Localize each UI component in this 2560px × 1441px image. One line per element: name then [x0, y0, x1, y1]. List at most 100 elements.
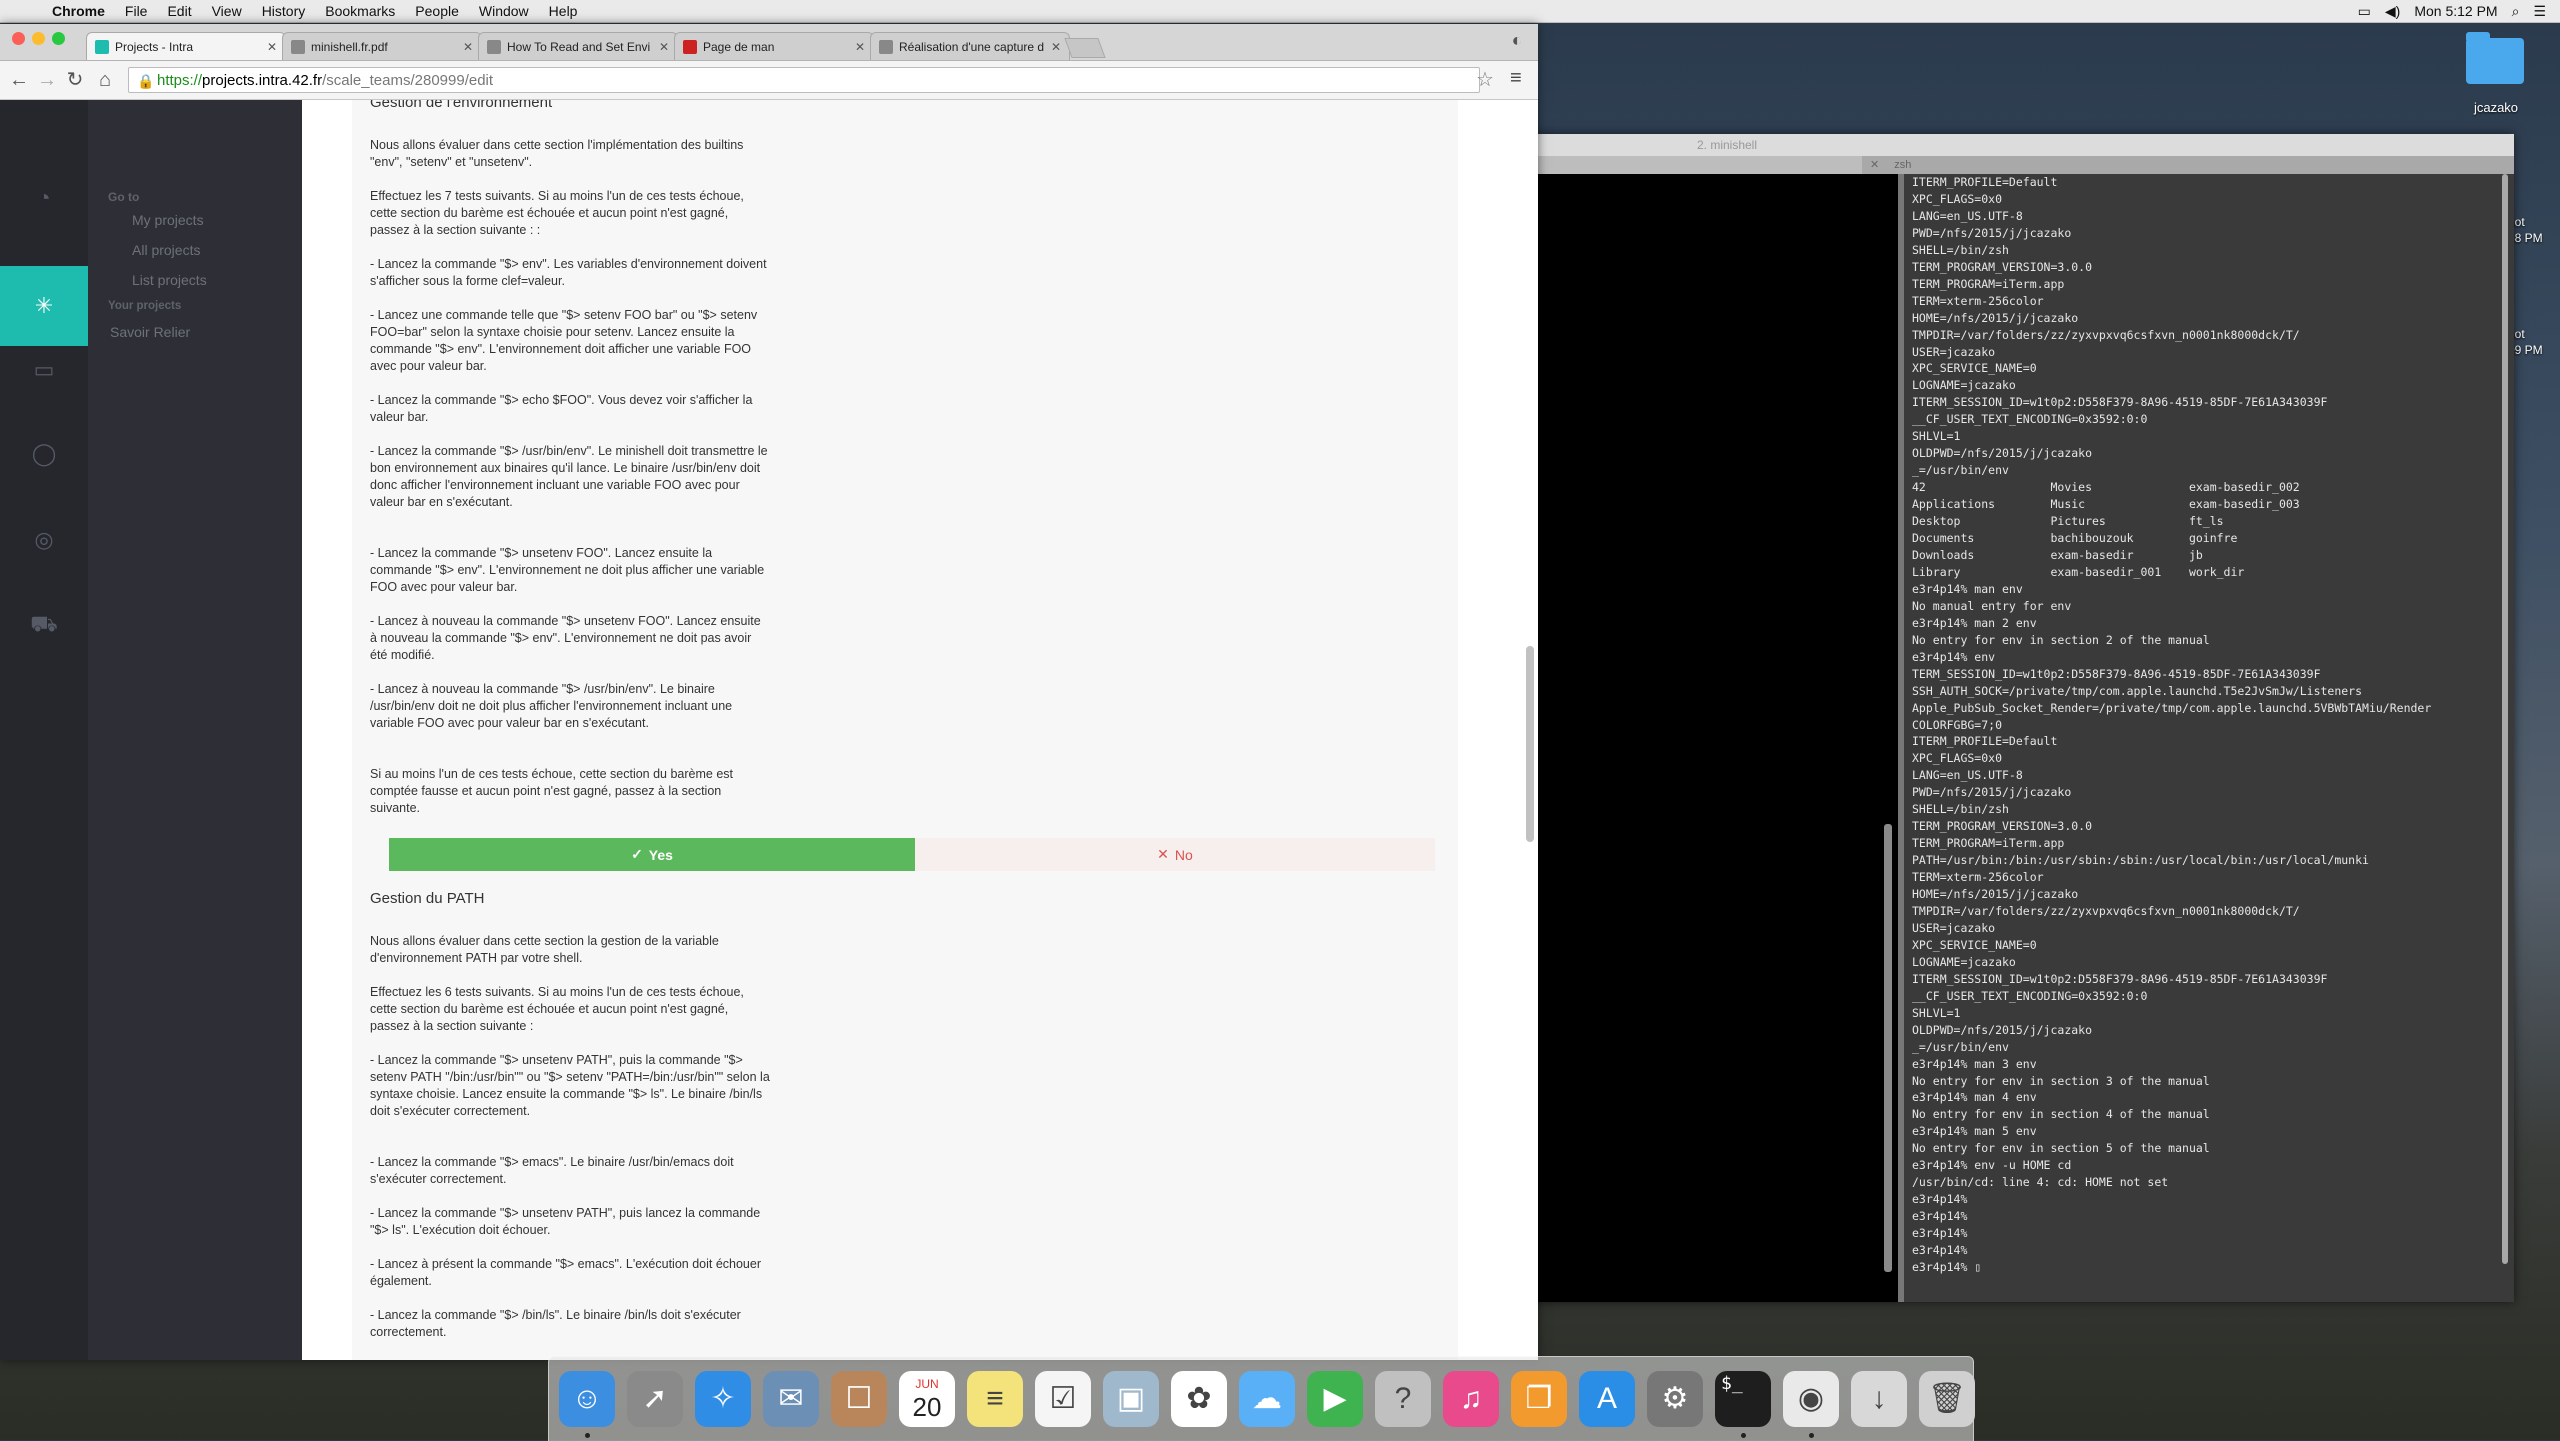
icon-rail: ◔ ✳ ▭ ◯ ◎ ⛟: [0, 100, 88, 1360]
calendar-dock-icon[interactable]: JUN 20: [899, 1371, 955, 1427]
minimize-window-button[interactable]: [32, 32, 45, 45]
app-store-dock-icon[interactable]: A: [1579, 1371, 1635, 1427]
menu-bookmarks[interactable]: Bookmarks: [315, 0, 405, 22]
close-icon[interactable]: ✕: [1870, 159, 1879, 171]
page-scrollbar[interactable]: [1524, 100, 1534, 1360]
browser-tab[interactable]: How To Read and Set Envi ✕: [478, 32, 678, 60]
browser-window: Projects - Intra ✕ minishell.fr.pdf ✕ Ho…: [0, 24, 1538, 1360]
back-icon[interactable]: ←: [6, 67, 32, 93]
launchpad-dock-icon[interactable]: ➚: [627, 1371, 683, 1427]
notification-center-icon[interactable]: ☰: [2533, 3, 2546, 20]
notes-dock-icon[interactable]: ≡: [967, 1371, 1023, 1427]
terminal-right-tab[interactable]: ✕ zsh: [1862, 156, 2514, 174]
home-icon[interactable]: ⌂: [92, 67, 118, 93]
reminders-dock-icon[interactable]: ☑: [1035, 1371, 1091, 1427]
terminal-right-pane[interactable]: ITERM_PROFILE=Default XPC_FLAGS=0x0 LANG…: [1904, 174, 2514, 1302]
close-tab-icon[interactable]: ✕: [1051, 40, 1061, 54]
menu-help[interactable]: Help: [539, 0, 588, 22]
bookmark-star-icon[interactable]: ☆: [1476, 67, 1494, 92]
browser-tab[interactable]: Projects - Intra ✕: [86, 32, 286, 60]
paragraph: - Lancez la commande "$> /bin/ls". Le bi…: [370, 1308, 741, 1339]
lock-icon: 🔒: [137, 73, 155, 89]
tab-strip: Projects - Intra ✕ minishell.fr.pdf ✕ Ho…: [0, 24, 1538, 61]
messages-dock-icon[interactable]: ☁: [1239, 1371, 1295, 1427]
trash-dock-icon[interactable]: 🗑: [1919, 1371, 1975, 1427]
menu-people[interactable]: People: [405, 0, 469, 22]
nav-list-projects[interactable]: List projects: [132, 272, 207, 288]
desktop-folder-icon[interactable]: [2466, 32, 2524, 84]
contacts-dock-icon[interactable]: ☐: [831, 1371, 887, 1427]
browser-tab[interactable]: minishell.fr.pdf ✕: [282, 32, 482, 60]
close-tab-icon[interactable]: ✕: [855, 40, 865, 54]
paragraph: - Lancez la commande "$> emacs". Le bina…: [370, 1155, 734, 1186]
yes-button[interactable]: ✓ Yes: [389, 838, 915, 871]
goto-label: Go to: [108, 190, 140, 204]
forward-icon[interactable]: →: [34, 67, 60, 93]
itunes-dock-icon[interactable]: ♫: [1443, 1371, 1499, 1427]
browser-tab[interactable]: Page de man ✕: [674, 32, 874, 60]
menubar-clock[interactable]: Mon 5:12 PM: [2414, 3, 2497, 19]
menu-window[interactable]: Window: [469, 0, 539, 22]
spotlight-icon[interactable]: ⌕: [2512, 3, 2520, 20]
nav-project-savoir-relier[interactable]: Savoir Relier: [110, 324, 190, 340]
finder-dock-icon[interactable]: ☺: [559, 1371, 615, 1427]
nav-all-projects[interactable]: All projects: [132, 242, 200, 258]
desktop-folder-label: jcazako: [2473, 100, 2519, 115]
chrome-menu-icon[interactable]: ≡: [1510, 67, 1522, 90]
safari-dock-icon[interactable]: ✧: [695, 1371, 751, 1427]
id-card-icon[interactable]: ▭: [28, 354, 60, 386]
terminal-dock-icon[interactable]: $_: [1715, 1371, 1771, 1427]
dashboard-icon[interactable]: ◔: [28, 182, 60, 214]
paragraph: Nous allons évaluer dans cette section l…: [370, 934, 719, 965]
section-title-path: Gestion du PATH: [370, 890, 485, 907]
web-page: ◔ ✳ ▭ ◯ ◎ ⛟ Go to My projects All projec…: [0, 100, 1538, 1360]
chrome-dock-icon[interactable]: ◉: [1783, 1371, 1839, 1427]
browser-tab[interactable]: Réalisation d'une capture d ✕: [870, 32, 1070, 60]
terminal-right-output: ITERM_PROFILE=Default XPC_FLAGS=0x0 LANG…: [1912, 175, 2432, 1274]
menu-edit[interactable]: Edit: [157, 0, 201, 22]
menu-history[interactable]: History: [252, 0, 316, 22]
facetime-dock-icon[interactable]: ▶: [1307, 1371, 1363, 1427]
volume-icon[interactable]: ◀): [2385, 3, 2400, 20]
close-window-button[interactable]: [12, 32, 25, 45]
main-content: Gestion de l'environnement Nous allons é…: [302, 100, 1538, 1360]
app-menu[interactable]: Chrome: [42, 0, 115, 22]
airplay-icon[interactable]: ▭: [2358, 3, 2371, 20]
tab-favicon-icon: [95, 39, 109, 54]
projects-icon[interactable]: ✳: [28, 290, 60, 322]
mail-dock-icon[interactable]: ✉: [763, 1371, 819, 1427]
close-tab-icon[interactable]: ✕: [463, 40, 473, 54]
close-tab-icon[interactable]: ✕: [267, 40, 277, 54]
running-indicator: [1741, 1433, 1746, 1438]
zoom-window-button[interactable]: [52, 32, 65, 45]
menu-view[interactable]: View: [202, 0, 252, 22]
photos-dock-icon[interactable]: ✿: [1171, 1371, 1227, 1427]
nav-my-projects[interactable]: My projects: [132, 212, 204, 228]
running-indicator: [585, 1433, 590, 1438]
new-tab-button[interactable]: [1064, 38, 1106, 58]
close-tab-icon[interactable]: ✕: [659, 40, 669, 54]
menu-file[interactable]: File: [115, 0, 158, 22]
reload-icon[interactable]: ↻: [62, 67, 88, 93]
address-bar[interactable]: 🔒 https://projects.intra.42.fr/scale_team…: [128, 67, 1480, 93]
browser-toolbar: ← → ↻ ⌂ 🔒 https://projects.intra.42.fr/sc…: [0, 61, 1538, 100]
no-button[interactable]: ✕ No: [915, 838, 1435, 871]
calendar-day-label: 20: [912, 1392, 942, 1422]
section-title-env: Gestion de l'environnement: [370, 100, 553, 111]
preview-dock-icon[interactable]: ▣: [1103, 1371, 1159, 1427]
check-icon: ✓: [631, 846, 643, 862]
terminal-left-scrollbar[interactable]: [1884, 824, 1892, 1272]
ibooks-dock-icon[interactable]: ❐: [1511, 1371, 1567, 1427]
calendar-month-label: JUN: [915, 1377, 939, 1391]
terminal-right-scrollbar[interactable]: [2500, 174, 2510, 1302]
shop-icon[interactable]: ⛟: [28, 608, 60, 640]
paragraph: - Lancez la commande "$> unsetenv FOO". …: [370, 546, 765, 594]
help-dock-icon[interactable]: ?: [1375, 1371, 1431, 1427]
downloads-dock-icon[interactable]: ↓: [1851, 1371, 1907, 1427]
compass-icon[interactable]: ◎: [28, 524, 60, 556]
your-projects-label: Your projects: [108, 300, 182, 312]
chat-icon[interactable]: ◯: [28, 438, 60, 470]
system-preferences-dock-icon[interactable]: ⚙: [1647, 1371, 1703, 1427]
profile-icon[interactable]: ◐: [1504, 30, 1530, 54]
paragraph: - Lancez la commande "$> /usr/bin/env". …: [370, 444, 768, 509]
